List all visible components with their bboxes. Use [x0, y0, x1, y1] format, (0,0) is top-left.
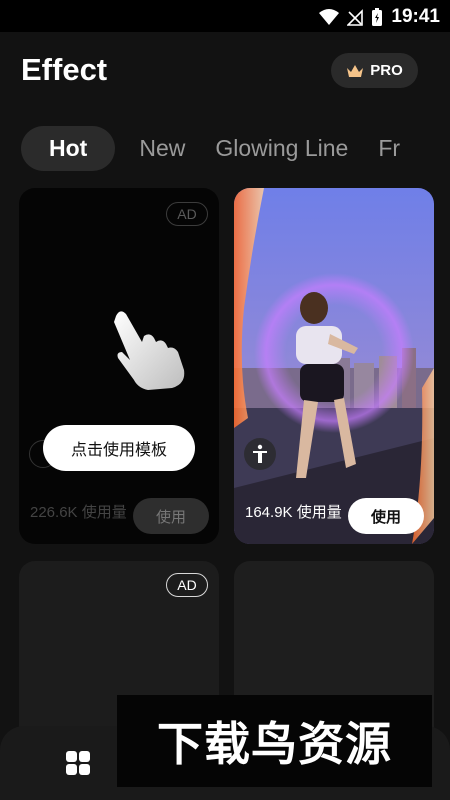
- accessibility-icon[interactable]: [244, 438, 276, 470]
- no-signal-icon: [347, 9, 364, 26]
- page-title: Effect: [21, 52, 108, 87]
- watermark: 下载鸟资源: [117, 695, 432, 787]
- watermark-text: 下载鸟资源: [157, 717, 392, 771]
- ad-badge: AD: [166, 573, 208, 597]
- hand-pointer-icon: [114, 311, 185, 390]
- pro-button[interactable]: PRO: [331, 53, 418, 88]
- battery-charging-icon: [372, 8, 383, 26]
- tab-fr[interactable]: Fr: [378, 135, 400, 162]
- usage-count: 226.6K 使用量: [30, 504, 127, 521]
- pro-label: PRO: [370, 62, 403, 79]
- use-button[interactable]: 使用: [133, 498, 209, 534]
- ad-badge: AD: [166, 202, 208, 226]
- preview-thumbnail: [234, 188, 434, 544]
- usage-count: 164.9K 使用量: [245, 504, 342, 521]
- tab-glowing-line[interactable]: Glowing Line: [215, 135, 348, 162]
- status-time: 19:41: [391, 6, 440, 27]
- tab-new[interactable]: New: [139, 135, 185, 162]
- status-icons: 19:41: [319, 6, 440, 28]
- template-card[interactable]: 164.9K 使用量 使用: [234, 188, 434, 544]
- status-bar: 19:41: [0, 0, 450, 32]
- tab-hot[interactable]: Hot: [21, 125, 116, 171]
- templates-nav-icon[interactable]: [64, 749, 92, 777]
- wifi-icon: [319, 9, 340, 25]
- use-button[interactable]: 使用: [348, 498, 424, 534]
- crown-icon: [347, 64, 364, 77]
- category-tabs: Hot New Glowing Line Fr: [21, 125, 430, 171]
- use-template-tooltip[interactable]: 点击使用模板: [43, 425, 195, 471]
